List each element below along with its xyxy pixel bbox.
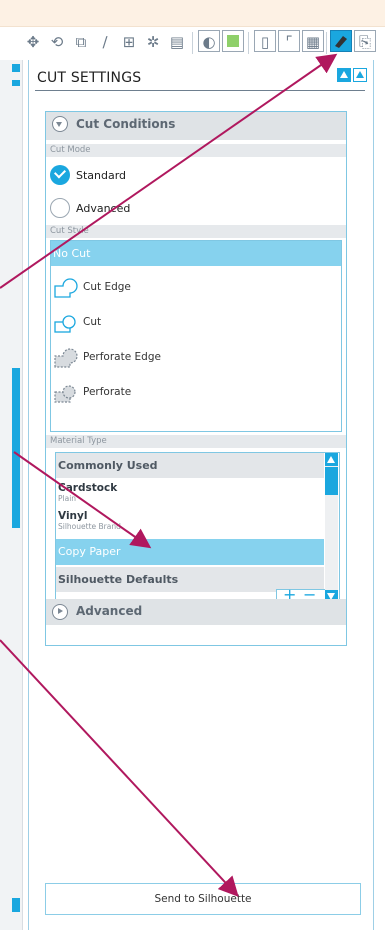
advanced-header[interactable]: Advanced xyxy=(46,599,346,625)
chevron-right-icon xyxy=(52,604,68,620)
fill-icon[interactable]: ✲ xyxy=(142,31,164,53)
cut-style-cut-edge[interactable]: Cut Edge xyxy=(51,271,341,305)
cut-conditions-group: Cut Conditions Cut Mode Standard Advance… xyxy=(45,111,347,646)
perforate-icon xyxy=(54,385,76,403)
registration-icon[interactable]: ⌜ xyxy=(278,30,300,52)
cut-style-no-cut[interactable]: No Cut xyxy=(51,241,341,266)
move-icon[interactable]: ✥ xyxy=(22,31,44,53)
grid-icon[interactable]: ▦ xyxy=(302,30,324,52)
cut-edge-icon xyxy=(54,278,78,298)
draw-icon[interactable]: ∕ xyxy=(94,31,116,53)
expand-all-button[interactable] xyxy=(337,68,351,82)
library-icon[interactable] xyxy=(222,30,244,52)
chevron-down-icon xyxy=(52,116,68,132)
page-icon[interactable]: ▯ xyxy=(254,30,276,52)
radio-standard-label: Standard xyxy=(76,169,127,182)
material-item-copy-paper[interactable]: Copy Paper xyxy=(56,539,324,565)
cut-conditions-header[interactable]: Cut Conditions xyxy=(46,112,346,140)
cut-icon xyxy=(54,315,76,333)
collapse-all-button[interactable] xyxy=(353,68,367,82)
material-type-label: Material Type xyxy=(46,435,346,448)
material-category-commonly-used[interactable]: Commonly Used xyxy=(56,453,324,478)
send-icon[interactable] xyxy=(330,30,352,52)
cut-style-perforate[interactable]: Perforate xyxy=(51,376,341,410)
cut-style-list: No Cut Cut Edge Cut Perforate Edge Perfo… xyxy=(50,240,342,432)
store-icon[interactable]: ◐ xyxy=(198,30,220,52)
check-icon xyxy=(53,166,67,179)
offset-icon[interactable]: ⊞ xyxy=(118,31,140,53)
replicate-icon[interactable]: ⧉ xyxy=(70,31,92,53)
scroll-thumb[interactable] xyxy=(325,467,338,495)
rotate-icon[interactable]: ⟲ xyxy=(46,31,68,53)
texture-icon[interactable]: ▤ xyxy=(166,31,188,53)
radio-advanced[interactable] xyxy=(50,198,70,218)
panel-toolbar: ✥ ⟲ ⧉ ∕ ⊞ ✲ ▤ ◐ ▯ ⌜ ▦ ⎘ xyxy=(22,28,385,60)
cut-style-label: Cut Style xyxy=(46,225,346,238)
perforate-edge-icon xyxy=(54,348,78,368)
cut-style-cut[interactable]: Cut xyxy=(51,306,341,340)
trace-icon[interactable]: ⎘ xyxy=(354,30,376,52)
cut-settings-panel: CUT SETTINGS Cut Conditions Cut Mode Sta… xyxy=(28,60,374,930)
cut-mode-label: Cut Mode xyxy=(46,144,346,157)
material-item-vinyl[interactable]: Vinyl Silhouette Brand xyxy=(56,510,324,536)
panel-title: CUT SETTINGS xyxy=(37,70,142,86)
material-type-list: Commonly Used Cardstock Plain Vinyl Silh… xyxy=(55,452,340,604)
send-to-silhouette-button[interactable]: Send to Silhouette xyxy=(45,883,361,915)
material-scrollbar[interactable] xyxy=(325,453,338,603)
radio-standard[interactable] xyxy=(50,165,70,185)
material-item-cardstock[interactable]: Cardstock Plain xyxy=(56,482,324,508)
window-top-strip xyxy=(0,0,385,27)
scroll-up-icon[interactable] xyxy=(325,453,338,466)
cut-style-perforate-edge[interactable]: Perforate Edge xyxy=(51,341,341,375)
left-dock xyxy=(0,60,23,930)
radio-advanced-label: Advanced xyxy=(76,202,131,215)
